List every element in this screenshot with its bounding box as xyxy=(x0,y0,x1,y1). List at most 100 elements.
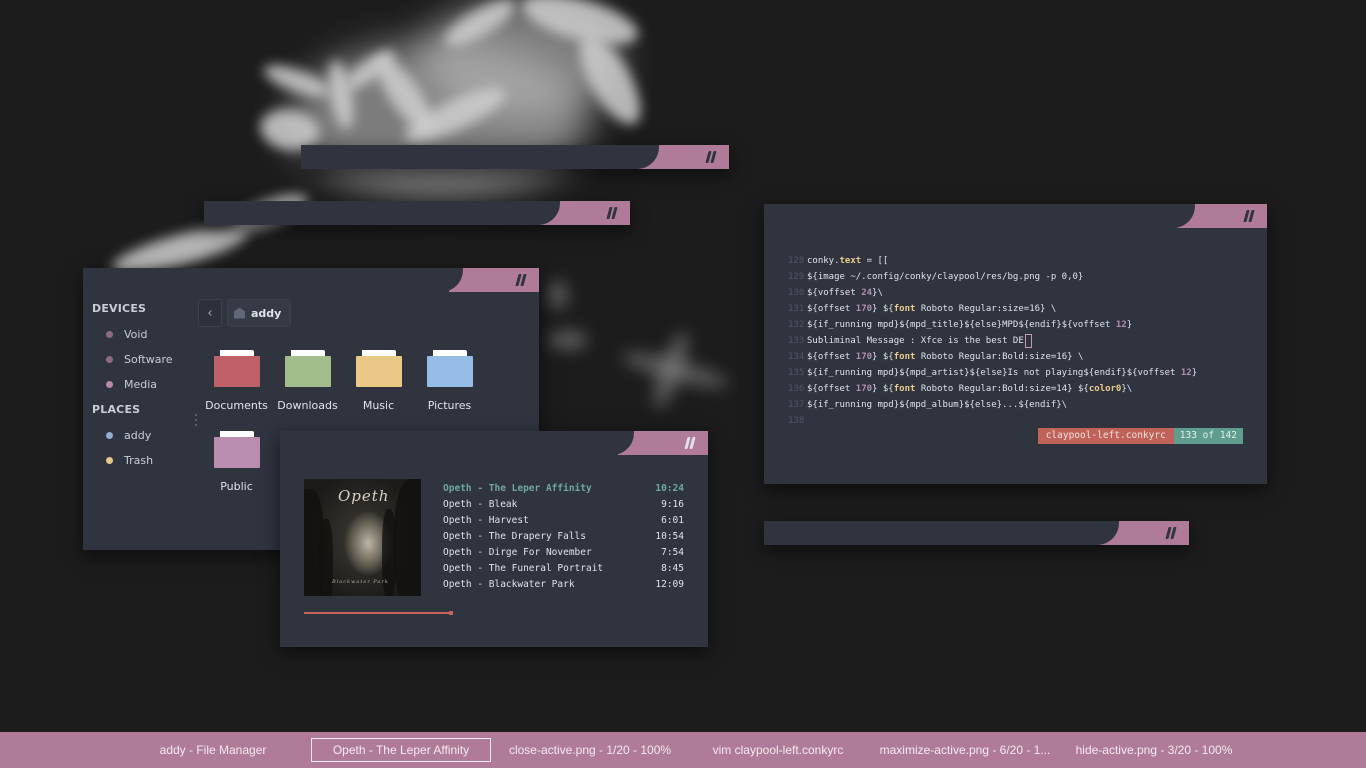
sidebar-item-label: Media xyxy=(124,378,158,391)
sidebar: DEVICES Void Software Media PLACES addy Tra… xyxy=(92,302,202,473)
line-number: 133 xyxy=(788,336,805,346)
folder-body xyxy=(213,356,260,387)
line-number: 134 xyxy=(788,352,805,362)
line-number: 129 xyxy=(788,272,805,282)
empty-window-3[interactable] xyxy=(764,521,1189,545)
line-number: 137 xyxy=(788,400,805,410)
code-text: Roboto Regular:Bold:size=14} ${ xyxy=(915,384,1089,394)
code-line: 128 conky.text = [[ xyxy=(788,253,1197,269)
code-keyword: text xyxy=(839,256,862,266)
sidebar-item-trash[interactable]: Trash xyxy=(92,448,202,473)
folder-item-music[interactable]: Music xyxy=(343,348,414,429)
sidebar-item-label: Software xyxy=(124,353,173,366)
track-row[interactable]: Opeth - Bleak 9:16 xyxy=(443,497,684,513)
code-line: 133 Subliminal Message : Xfce is the best… xyxy=(788,333,1197,349)
folder-name: Documents xyxy=(205,399,268,412)
sidebar-item-software[interactable]: Software xyxy=(92,347,202,372)
music-player-window: Opeth Blackwater Park Opeth - The Leper … xyxy=(280,431,708,647)
track-row[interactable]: Opeth - The Funeral Portrait 8:45 xyxy=(443,561,684,577)
code-text: ${image ~/.config/conky/claypool/res/bg.… xyxy=(807,272,1084,282)
code-line: 132 ${if_running mpd}${mpd_title}${else}M… xyxy=(788,317,1197,333)
folder-name: Music xyxy=(362,399,395,412)
code-text: } ${ xyxy=(872,384,894,394)
track-row[interactable]: Opeth - The Leper Affinity 10:24 xyxy=(443,481,684,497)
code-number: 24 xyxy=(861,288,873,298)
pause-icon[interactable] xyxy=(684,437,696,449)
code-text: ${if_running mpd}${mpd_artist}${else}Is … xyxy=(807,368,1181,378)
folder-item-public[interactable]: Public xyxy=(201,429,272,510)
code-buffer[interactable]: 128 conky.text = [[129 ${image ~/.config/c… xyxy=(788,253,1197,429)
track-row[interactable]: Opeth - Blackwater Park 12:09 xyxy=(443,577,684,593)
empty-window-1[interactable] xyxy=(301,145,729,169)
code-text: ${offset xyxy=(807,384,856,394)
sidebar-item-addy[interactable]: addy xyxy=(92,423,202,448)
track-duration: 12:09 xyxy=(655,579,684,590)
task-vim[interactable]: vim claypool-left.conkyrc xyxy=(700,738,856,762)
sidebar-resize-handle[interactable] xyxy=(195,414,197,428)
code-keyword: font xyxy=(893,384,916,394)
code-line: 129 ${image ~/.config/conky/claypool/res/… xyxy=(788,269,1197,285)
track-title: Opeth - Dirge For November xyxy=(443,547,592,558)
sidebar-item-media[interactable]: Media xyxy=(92,372,202,397)
folder-name: Downloads xyxy=(277,399,338,412)
code-text: }\ xyxy=(1121,384,1133,394)
folder-item-documents[interactable]: Documents xyxy=(201,348,272,429)
progress-handle[interactable] xyxy=(449,611,453,615)
code-text: Roboto Regular:Bold:size=16} \ xyxy=(915,352,1084,362)
taskbar: addy - File Manager Opeth - The Leper Af… xyxy=(0,732,1366,768)
window-control-icon[interactable] xyxy=(606,207,618,219)
code-number: 12 xyxy=(1115,320,1127,330)
task-close-active[interactable]: close-active.png - 1/20 - 100% xyxy=(506,738,674,762)
code-text: Roboto Regular:size=16} \ xyxy=(915,304,1057,314)
window-control-icon[interactable] xyxy=(1165,527,1177,539)
window-control-icon[interactable] xyxy=(705,151,717,163)
code-text: ${if_running mpd}${mpd_title}${else}MPD$… xyxy=(807,320,1116,330)
track-title: Opeth - Bleak xyxy=(443,499,518,510)
folder-body xyxy=(284,356,331,387)
track-row[interactable]: Opeth - Dirge For November 7:54 xyxy=(443,545,684,561)
code-number: 170 xyxy=(855,384,873,394)
sidebar-dot-icon xyxy=(106,457,113,464)
devices-header: DEVICES xyxy=(92,302,147,315)
track-duration: 10:54 xyxy=(655,531,684,542)
track-list: Opeth - The Leper Affinity 10:24 Opeth - B… xyxy=(443,481,684,593)
code-text: Subliminal Message : Xfce is the best DE xyxy=(807,336,1024,346)
task-music-player[interactable]: Opeth - The Leper Affinity xyxy=(311,738,491,762)
track-row[interactable]: Opeth - The Drapery Falls 10:54 xyxy=(443,529,684,545)
track-title: Opeth - The Leper Affinity xyxy=(443,483,592,494)
sidebar-item-void[interactable]: Void xyxy=(92,322,202,347)
task-hide-active[interactable]: hide-active.png - 3/20 - 100% xyxy=(1070,738,1238,762)
code-text: } ${ xyxy=(872,304,894,314)
code-text: }\ xyxy=(872,288,883,298)
task-maximize-active[interactable]: maximize-active.png - 6/20 - 1... xyxy=(876,738,1054,762)
home-icon xyxy=(234,307,245,319)
line-number: 138 xyxy=(788,416,805,426)
folder-icon xyxy=(355,350,402,388)
track-row[interactable]: Opeth - Harvest 6:01 xyxy=(443,513,684,529)
progress-bar[interactable] xyxy=(304,611,549,615)
sidebar-dot-icon xyxy=(106,356,113,363)
folder-item-pictures[interactable]: Pictures xyxy=(414,348,485,429)
window-control-icon[interactable] xyxy=(1243,210,1255,222)
folder-item-downloads[interactable]: Downloads xyxy=(272,348,343,429)
breadcrumb-label: addy xyxy=(251,306,282,320)
line-number: 131 xyxy=(788,304,805,314)
code-text: ${offset xyxy=(807,304,856,314)
folder-icon xyxy=(213,431,260,469)
track-duration: 7:54 xyxy=(661,547,684,558)
breadcrumb-home[interactable]: addy xyxy=(227,299,292,327)
task-file-manager[interactable]: addy - File Manager xyxy=(146,738,280,762)
path-bar: ‹ addy xyxy=(198,299,292,327)
sidebar-dot-icon xyxy=(106,381,113,388)
code-line: 134 ${offset 170} ${font Roboto Regular:B… xyxy=(788,349,1197,365)
back-button[interactable]: ‹ xyxy=(198,299,222,327)
folder-body xyxy=(426,356,473,387)
track-title: Opeth - Harvest xyxy=(443,515,529,526)
empty-window-2[interactable] xyxy=(204,201,630,225)
code-text: ${voffset xyxy=(807,288,862,298)
code-text: conky. xyxy=(807,256,840,266)
folder-icon xyxy=(426,350,473,388)
progress-fill xyxy=(304,612,451,614)
window-control-icon[interactable] xyxy=(515,274,527,286)
code-number: 170 xyxy=(855,304,873,314)
